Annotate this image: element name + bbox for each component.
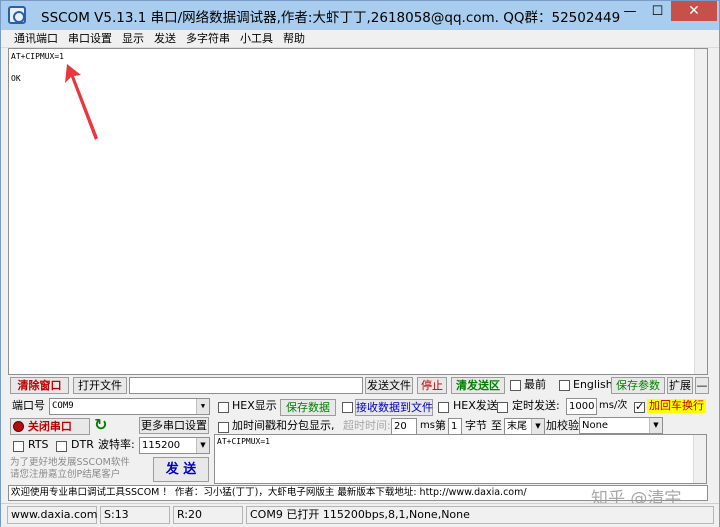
send-text: AT+CIPMUX=1	[217, 437, 270, 446]
menu-tools[interactable]: 小工具	[235, 30, 278, 47]
receive-area[interactable]: AT+CIPMUX=1 OK	[8, 48, 708, 375]
hex-display-checkbox[interactable]	[218, 402, 229, 413]
hex-send-label: HEX发送	[453, 399, 498, 412]
title-bar: SSCOM V5.13.1 串口/网络数据调试器,作者:大虾丁丁,2618058…	[1, 1, 719, 30]
hex-send-checkbox[interactable]	[438, 402, 449, 413]
menu-serial-settings[interactable]: 串口设置	[63, 30, 117, 47]
status-website[interactable]: www.daxia.com	[7, 506, 98, 524]
annotation-arrow-icon	[65, 64, 98, 140]
close-port-button[interactable]: 关闭串口	[10, 418, 90, 435]
append-newline-label[interactable]: 加回车换行	[647, 399, 706, 413]
timeout-label: 超时时间:	[343, 419, 391, 432]
port-status-icon	[13, 421, 24, 432]
menu-display[interactable]: 显示	[117, 30, 149, 47]
dtr-label: DTR	[71, 438, 94, 451]
recv-to-file-button[interactable]: 接收数据到文件	[355, 399, 433, 416]
baud-label: 波特率:	[98, 438, 135, 451]
promo-line-1[interactable]: 为了更好地发展SSCOM软件	[10, 457, 130, 469]
status-port-info: COM9 已打开 115200bps,8,1,None,None	[246, 506, 714, 524]
baud-value: 115200	[142, 440, 181, 451]
refresh-icon[interactable]: ↻	[94, 417, 107, 433]
interval-input[interactable]: 1000	[566, 398, 597, 415]
chevron-down-icon[interactable]: ▼	[196, 399, 209, 414]
save-data-button[interactable]: 保存数据	[280, 399, 336, 416]
byte-index-input[interactable]: 1	[448, 418, 462, 435]
dtr-checkbox[interactable]	[56, 441, 67, 452]
topmost-checkbox[interactable]	[510, 380, 521, 391]
more-settings-button[interactable]: 更多串口设置	[139, 417, 209, 434]
rts-label: RTS	[28, 438, 49, 451]
minimize-button[interactable]: —	[616, 1, 644, 21]
baud-select[interactable]: 115200 ▼	[139, 437, 210, 454]
timeout-unit: ms	[420, 420, 435, 431]
status-bar: www.daxia.com S:13 R:20 COM9 已打开 115200b…	[1, 503, 719, 527]
port-value: COM9	[52, 401, 74, 411]
expand-button[interactable]: 扩展	[667, 377, 693, 394]
timestamp-label: 加时间戳和分包显示,	[232, 419, 335, 432]
maximize-button[interactable]: ☐	[644, 1, 671, 21]
close-button[interactable]: ✕	[671, 1, 717, 21]
file-path-field[interactable]	[129, 377, 363, 394]
port-label: 端口号	[12, 399, 45, 412]
english-label: English	[573, 378, 613, 391]
timed-send-label: 定时发送:	[512, 399, 560, 412]
promo-line-2[interactable]: 请您注册嘉立创P结尾客户	[10, 469, 120, 481]
close-port-label: 关闭串口	[27, 420, 72, 433]
end-select[interactable]: 末尾 ▼	[504, 418, 545, 435]
clear-window-button[interactable]: 清除窗口	[10, 377, 69, 394]
interval-unit: ms/次	[599, 400, 628, 411]
chevron-down-icon[interactable]: ▼	[196, 438, 209, 453]
rts-checkbox[interactable]	[13, 441, 24, 452]
receive-line: AT+CIPMUX=1	[11, 52, 64, 61]
timed-send-checkbox[interactable]	[497, 402, 508, 413]
topmost-label: 最前	[524, 378, 546, 391]
collapse-button[interactable]: —	[695, 377, 709, 394]
chevron-down-icon[interactable]: ▼	[649, 418, 662, 433]
recv-to-file-checkbox[interactable]	[342, 402, 353, 413]
send-scrollbar[interactable]	[693, 435, 706, 483]
menu-send[interactable]: 发送	[149, 30, 181, 47]
window-title: SSCOM V5.13.1 串口/网络数据调试器,作者:大虾丁丁,2618058…	[41, 10, 621, 26]
app-icon	[8, 6, 26, 24]
timestamp-checkbox[interactable]	[218, 422, 229, 433]
stop-button[interactable]: 停止	[417, 377, 447, 394]
receive-scrollbar[interactable]	[694, 49, 707, 374]
to-word: 至	[491, 419, 502, 432]
append-newline-checkbox[interactable]	[634, 400, 645, 413]
menu-bar: 通讯端口 串口设置 显示 发送 多字符串 小工具 帮助	[1, 30, 719, 48]
byte-word: 字节	[465, 419, 487, 432]
status-sent-count: S:13	[100, 506, 170, 524]
chevron-down-icon[interactable]: ▼	[531, 419, 544, 434]
save-params-button[interactable]: 保存参数	[611, 377, 665, 394]
send-textarea[interactable]: AT+CIPMUX=1	[214, 434, 707, 484]
open-file-button[interactable]: 打开文件	[73, 377, 127, 394]
status-received-count: R:20	[173, 506, 243, 524]
menu-comm-port[interactable]: 通讯端口	[9, 30, 63, 47]
timeout-input[interactable]: 20	[391, 418, 417, 435]
end-value: 末尾	[507, 421, 527, 432]
send-button[interactable]: 发 送	[153, 457, 209, 482]
english-checkbox[interactable]	[559, 380, 570, 391]
receive-line: OK	[11, 74, 21, 83]
checksum-select[interactable]: None ▼	[579, 417, 663, 434]
byte-prefix: 第	[435, 419, 446, 432]
hex-display-label: HEX显示	[232, 399, 277, 412]
clear-send-button[interactable]: 清发送区	[451, 377, 505, 394]
send-file-button[interactable]: 发送文件	[365, 377, 413, 394]
menu-multi-string[interactable]: 多字符串	[181, 30, 235, 47]
checksum-value: None	[582, 420, 609, 431]
menu-help[interactable]: 帮助	[278, 30, 310, 47]
app-window: SSCOM V5.13.1 串口/网络数据调试器,作者:大虾丁丁,2618058…	[0, 0, 720, 527]
receive-line	[11, 62, 705, 73]
port-select[interactable]: COM9 ▼	[49, 398, 210, 415]
checksum-label: 加校验	[546, 419, 579, 432]
